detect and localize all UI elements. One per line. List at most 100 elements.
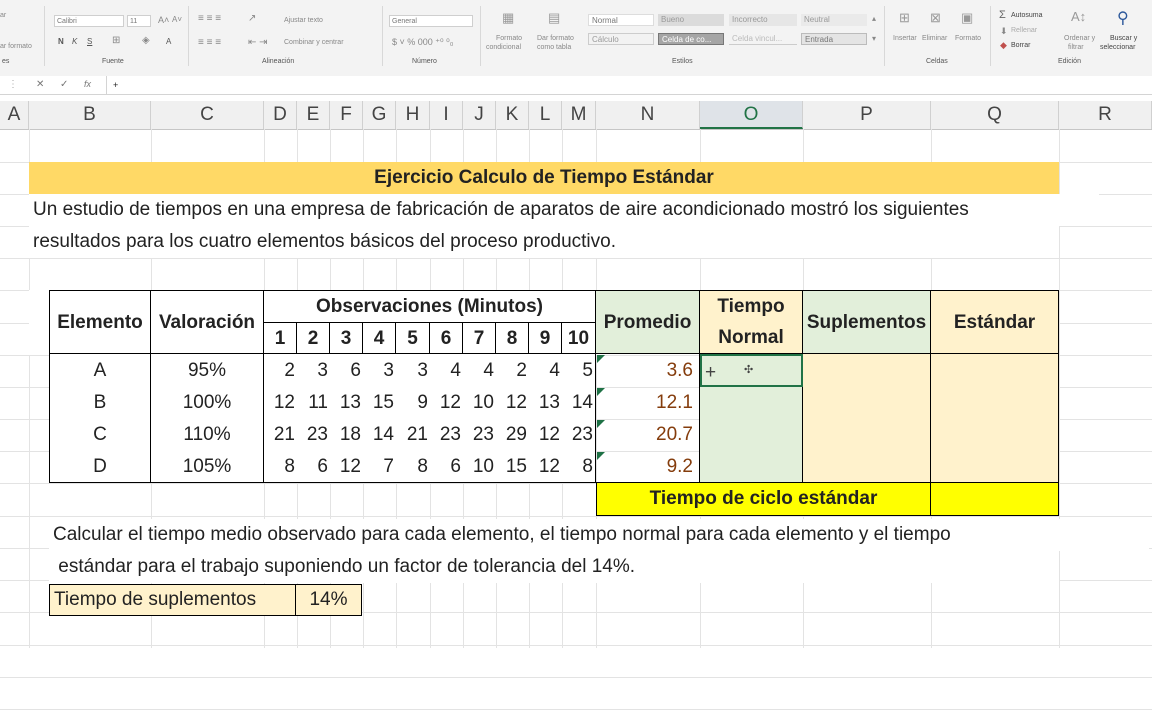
formula-input[interactable]: +: [106, 76, 1152, 94]
observation-cell[interactable]: 4: [463, 354, 496, 387]
conditional-format-icon[interactable]: ▦: [502, 10, 514, 26]
borders-icon[interactable]: ⊞: [112, 35, 120, 46]
instructions-line-1[interactable]: Calcular el tiempo medio observado para …: [49, 519, 1149, 551]
conditional-format-label-1[interactable]: Formato: [496, 35, 522, 42]
column-header-g[interactable]: G: [363, 101, 396, 129]
observation-cell[interactable]: 6: [330, 354, 363, 387]
observation-cell[interactable]: 12: [430, 387, 463, 419]
insert-function-icon[interactable]: fx: [84, 79, 91, 89]
estandar-cell[interactable]: [931, 354, 1059, 387]
observation-cell[interactable]: 15: [363, 387, 396, 419]
column-header-h[interactable]: H: [396, 101, 430, 129]
format-painter-label[interactable]: ar formato: [0, 43, 32, 50]
obs-number-header[interactable]: 10: [562, 322, 596, 354]
suplementos-cell[interactable]: [803, 354, 931, 387]
column-header-o[interactable]: O: [700, 101, 803, 129]
find-select-label-1[interactable]: Buscar y: [1110, 35, 1137, 42]
header-promedio[interactable]: Promedio: [596, 290, 700, 354]
insert-cells-label[interactable]: Insertar: [893, 35, 917, 42]
column-header-q[interactable]: Q: [931, 101, 1059, 129]
sort-filter-icon[interactable]: A↕: [1071, 9, 1086, 24]
error-indicator-icon[interactable]: [597, 355, 605, 363]
observation-cell[interactable]: 3: [297, 354, 330, 387]
font-color-button[interactable]: A: [166, 37, 171, 46]
wrap-text-button[interactable]: Ajustar texto: [284, 17, 323, 24]
header-suplementos[interactable]: Suplementos: [803, 290, 931, 354]
style-calculo[interactable]: Cálculo: [588, 33, 654, 45]
observation-cell[interactable]: 8: [396, 451, 430, 483]
observation-cell[interactable]: 5: [562, 354, 596, 387]
column-header-f[interactable]: F: [330, 101, 363, 129]
indent-icon[interactable]: ⇤ ⇥: [248, 37, 268, 48]
column-header-j[interactable]: J: [463, 101, 496, 129]
observation-cell[interactable]: 4: [430, 354, 463, 387]
style-celda-vinculada[interactable]: Celda vincul...: [729, 33, 797, 45]
fill-button[interactable]: Rellenar: [1011, 27, 1037, 34]
styles-scroll-down-icon[interactable]: ▾: [872, 34, 876, 43]
font-family-select[interactable]: Calibri: [54, 15, 124, 27]
observation-cell[interactable]: 21: [264, 419, 297, 451]
error-indicator-icon[interactable]: [597, 388, 605, 396]
worksheet-grid[interactable]: Ejercicio Calculo de Tiempo Estándar Un e…: [0, 129, 1152, 710]
fill-color-icon[interactable]: ◈: [142, 35, 150, 46]
column-header-b[interactable]: B: [29, 101, 151, 129]
column-header-p[interactable]: P: [803, 101, 931, 129]
delete-cells-label[interactable]: Eliminar: [922, 35, 947, 42]
observation-cell[interactable]: 6: [430, 451, 463, 483]
bold-button[interactable]: N: [58, 37, 64, 46]
enter-icon[interactable]: ✓: [60, 79, 68, 90]
estandar-cell[interactable]: [931, 419, 1059, 451]
delete-cells-icon[interactable]: ⊠: [930, 10, 941, 26]
observation-cell[interactable]: 29: [496, 419, 529, 451]
observation-cell[interactable]: 11: [297, 387, 330, 419]
font-size-select[interactable]: 11: [127, 15, 151, 27]
header-observaciones[interactable]: Observaciones (Minutos): [264, 290, 596, 322]
observation-cell[interactable]: 23: [463, 419, 496, 451]
column-header-c[interactable]: C: [151, 101, 264, 129]
italic-button[interactable]: K: [72, 37, 77, 46]
observation-cell[interactable]: 12: [496, 387, 529, 419]
elemento-cell[interactable]: B: [49, 387, 151, 419]
estandar-cell[interactable]: [931, 451, 1059, 483]
observation-cell[interactable]: 8: [264, 451, 297, 483]
error-indicator-icon[interactable]: [597, 420, 605, 428]
observation-cell[interactable]: 18: [330, 419, 363, 451]
header-tiempo-normal[interactable]: Tiempo Normal: [700, 290, 803, 354]
observation-cell[interactable]: 12: [529, 451, 562, 483]
merge-center-button[interactable]: Combinar y centrar: [284, 39, 344, 46]
suplementos-cell[interactable]: [803, 451, 931, 483]
valoracion-cell[interactable]: 110%: [151, 419, 264, 451]
column-header-d[interactable]: D: [264, 101, 297, 129]
valoracion-cell[interactable]: 105%: [151, 451, 264, 483]
observation-cell[interactable]: 23: [430, 419, 463, 451]
suplementos-value[interactable]: 14%: [296, 584, 362, 616]
eraser-icon[interactable]: ◆: [1000, 40, 1007, 51]
paste-label[interactable]: ar: [0, 12, 6, 19]
style-normal[interactable]: Normal: [588, 14, 654, 26]
elemento-cell[interactable]: D: [49, 451, 151, 483]
ciclo-estandar-value[interactable]: [931, 483, 1059, 516]
ciclo-estandar-label[interactable]: Tiempo de ciclo estándar: [596, 483, 931, 516]
align-left-icon[interactable]: ≡ ≡ ≡: [198, 37, 221, 48]
valoracion-cell[interactable]: 95%: [151, 354, 264, 387]
obs-number-header[interactable]: 1: [264, 322, 297, 354]
observation-cell[interactable]: 2: [496, 354, 529, 387]
cancel-icon[interactable]: ✕: [36, 79, 44, 90]
obs-number-header[interactable]: 6: [430, 322, 463, 354]
obs-number-header[interactable]: 9: [529, 322, 562, 354]
observation-cell[interactable]: 7: [363, 451, 396, 483]
header-estandar[interactable]: Estándar: [931, 290, 1059, 354]
elemento-cell[interactable]: A: [49, 354, 151, 387]
observation-cell[interactable]: 15: [496, 451, 529, 483]
column-header-l[interactable]: L: [529, 101, 562, 129]
column-header-m[interactable]: M: [562, 101, 596, 129]
format-cells-label[interactable]: Formato: [955, 35, 981, 42]
number-format-select[interactable]: General: [389, 15, 473, 27]
observation-cell[interactable]: 10: [463, 387, 496, 419]
style-celda-comprobacion[interactable]: Celda de co...: [658, 33, 724, 45]
observation-cell[interactable]: 13: [330, 387, 363, 419]
style-entrada[interactable]: Entrada: [801, 33, 867, 45]
format-table-label-1[interactable]: Dar formato: [537, 35, 574, 42]
align-top-icon[interactable]: ≡ ≡ ≡: [198, 13, 221, 24]
suplementos-cell[interactable]: [803, 387, 931, 419]
